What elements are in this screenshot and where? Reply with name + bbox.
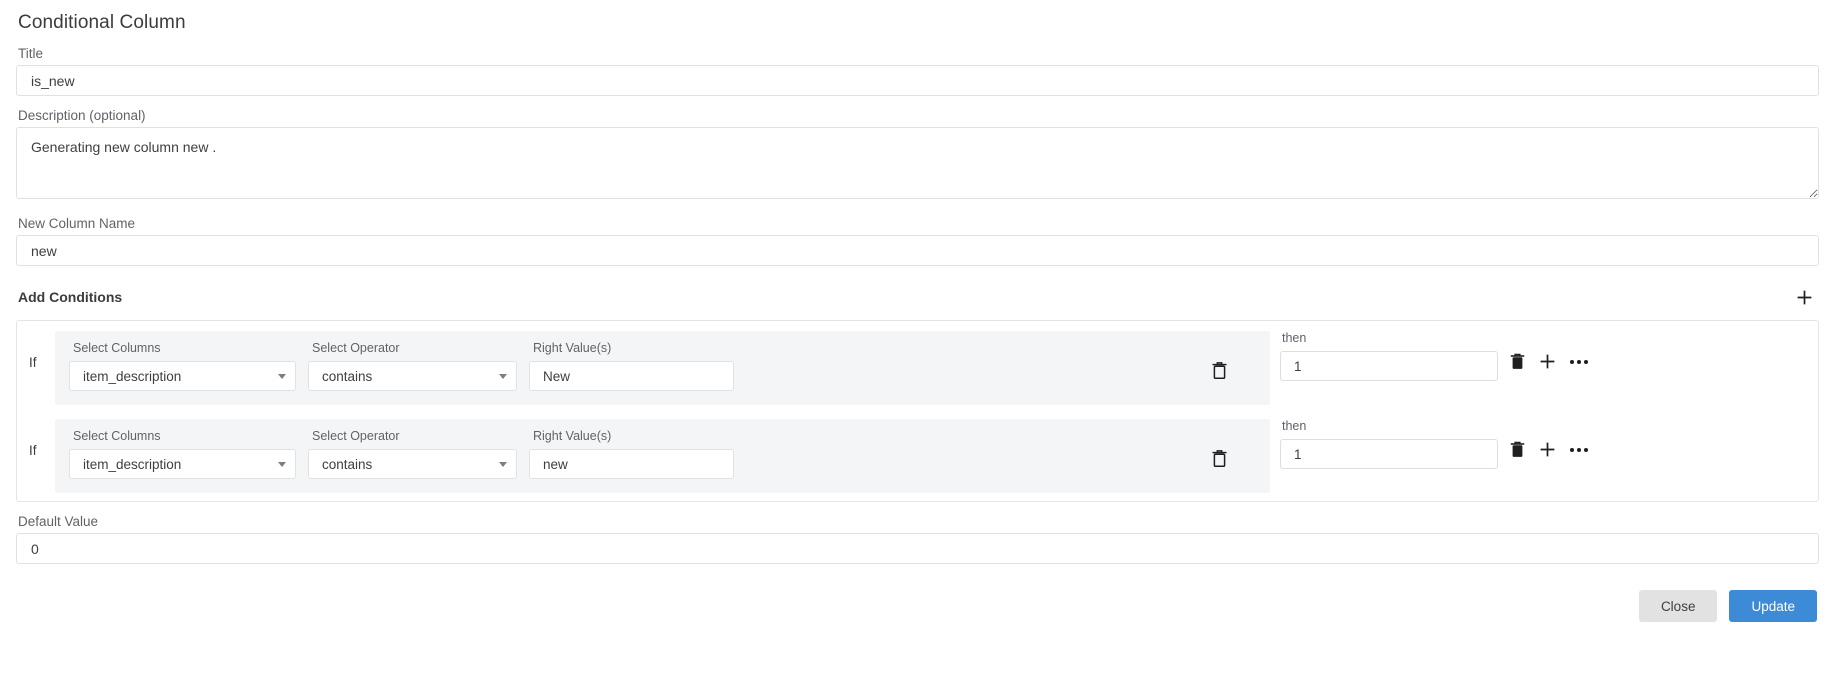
then-label: then	[1282, 331, 1307, 345]
select-columns-field: Select Columns item_description	[63, 337, 302, 391]
description-field-label: Description (optional)	[18, 108, 146, 123]
more-options-button[interactable]	[1570, 447, 1588, 452]
row-actions	[1498, 419, 1588, 458]
conditional-column-dialog: Conditional Column Title Description (op…	[0, 0, 1835, 695]
page-title: Conditional Column	[18, 12, 186, 33]
delete-condition-button[interactable]	[1211, 449, 1228, 468]
select-operator-value: contains	[322, 368, 373, 384]
ellipsis-icon	[1584, 359, 1588, 364]
chevron-down-icon	[499, 374, 507, 379]
then-group: then	[1270, 331, 1588, 381]
select-columns-label: Select Columns	[73, 429, 161, 443]
select-columns-value: item_description	[83, 368, 182, 384]
select-operator-field: Select Operator contains	[302, 425, 523, 479]
conditions-container: If Select Columns item_description Selec…	[16, 320, 1819, 502]
more-options-button[interactable]	[1570, 359, 1588, 364]
chevron-down-icon	[278, 462, 286, 467]
select-columns-value: item_description	[83, 456, 182, 472]
ellipsis-icon	[1570, 359, 1574, 364]
delete-row-button[interactable]	[1510, 441, 1525, 458]
plus-icon	[1797, 290, 1811, 304]
if-label: If	[29, 443, 37, 458]
default-value-input[interactable]	[16, 533, 1819, 564]
plus-icon	[1540, 442, 1555, 457]
add-row-button[interactable]	[1539, 353, 1556, 370]
title-field-label: Title	[18, 46, 44, 61]
plus-icon	[1540, 354, 1555, 369]
then-value-input[interactable]	[1280, 439, 1498, 469]
select-operator-label: Select Operator	[312, 429, 400, 443]
right-value-input[interactable]	[529, 361, 734, 391]
then-group: then	[1270, 419, 1588, 469]
add-row-button[interactable]	[1539, 441, 1556, 458]
select-operator-value: contains	[322, 456, 373, 472]
add-conditions-title: Add Conditions	[18, 289, 123, 305]
select-columns-field: Select Columns item_description	[63, 425, 302, 479]
trash-filled-icon	[1510, 353, 1525, 369]
select-columns-dropdown[interactable]: item_description	[69, 449, 296, 479]
condition-panel: Select Columns item_description Select O…	[55, 419, 1270, 493]
row-actions	[1498, 331, 1588, 370]
select-operator-dropdown[interactable]: contains	[308, 449, 517, 479]
condition-row: If Select Columns item_description Selec…	[17, 321, 1818, 413]
select-columns-dropdown[interactable]: item_description	[69, 361, 296, 391]
trash-outline-icon	[1212, 362, 1227, 380]
if-label: If	[29, 355, 37, 370]
select-operator-dropdown[interactable]: contains	[308, 361, 517, 391]
condition-row: If Select Columns item_description Selec…	[17, 413, 1818, 501]
select-columns-label: Select Columns	[73, 341, 161, 355]
description-textarea[interactable]: Generating new column new .	[16, 127, 1819, 199]
right-values-field: Right Value(s)	[523, 425, 740, 479]
trash-filled-icon	[1510, 441, 1525, 457]
ellipsis-icon	[1570, 447, 1574, 452]
right-values-label: Right Value(s)	[533, 429, 612, 443]
select-operator-field: Select Operator contains	[302, 337, 523, 391]
new-column-name-label: New Column Name	[18, 216, 136, 231]
chevron-down-icon	[499, 462, 507, 467]
then-label: then	[1282, 419, 1307, 433]
then-field: then	[1280, 419, 1498, 469]
chevron-down-icon	[278, 374, 286, 379]
condition-panel: Select Columns item_description Select O…	[55, 331, 1270, 405]
right-value-input[interactable]	[529, 449, 734, 479]
select-operator-label: Select Operator	[312, 341, 400, 355]
ellipsis-icon	[1577, 359, 1581, 364]
right-values-label: Right Value(s)	[533, 341, 612, 355]
default-value-label: Default Value	[18, 514, 99, 529]
right-values-field: Right Value(s)	[523, 337, 740, 391]
delete-condition-button[interactable]	[1211, 361, 1228, 380]
delete-row-button[interactable]	[1510, 353, 1525, 370]
update-button[interactable]: Update	[1729, 590, 1817, 622]
dialog-footer: Close Update	[16, 590, 1819, 622]
ellipsis-icon	[1577, 447, 1581, 452]
close-button[interactable]: Close	[1638, 590, 1718, 622]
ellipsis-icon	[1584, 447, 1588, 452]
add-conditions-header: Add Conditions	[18, 284, 1817, 310]
trash-outline-icon	[1212, 450, 1227, 468]
add-condition-button[interactable]	[1791, 284, 1817, 310]
then-value-input[interactable]	[1280, 351, 1498, 381]
new-column-name-input[interactable]	[16, 235, 1819, 266]
then-field: then	[1280, 331, 1498, 381]
title-input[interactable]	[16, 65, 1819, 96]
